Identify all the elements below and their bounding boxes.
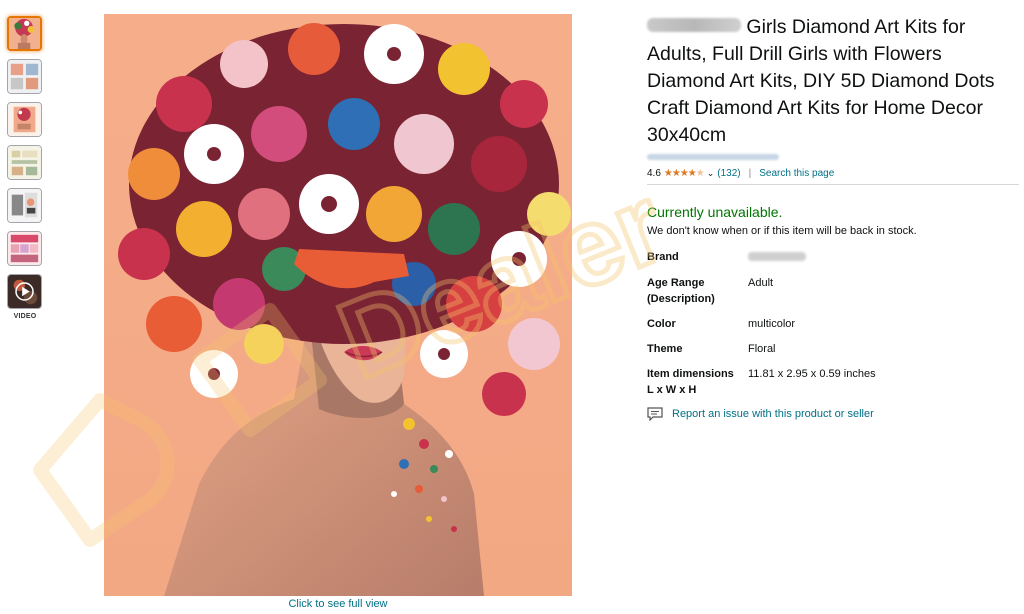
- availability-status: Currently unavailable.: [647, 204, 783, 220]
- rating-row: 4.6 ★★★★★ ⌄ (132) | Search this page: [647, 166, 1019, 180]
- spec-row-theme: Theme Floral: [647, 339, 876, 364]
- star-rating-icon[interactable]: ★★★★★: [664, 168, 705, 179]
- thumbnail-5[interactable]: [7, 188, 42, 223]
- video-label: VIDEO: [13, 313, 37, 320]
- product-title: Girls Diamond Art Kits for Adults, Full …: [647, 14, 1019, 149]
- reviews-count-link[interactable]: (132): [717, 168, 740, 179]
- divider: [647, 184, 1019, 185]
- thumbnail-6[interactable]: [7, 231, 42, 266]
- full-view-link[interactable]: Click to see full view: [104, 598, 572, 610]
- product-title-text: Girls Diamond Art Kits for Adults, Full …: [647, 16, 995, 146]
- search-page-link[interactable]: Search this page: [759, 168, 834, 179]
- blurred-store-link[interactable]: [647, 154, 779, 160]
- chevron-down-icon[interactable]: ⌄: [707, 168, 715, 179]
- spec-value: Adult: [748, 277, 774, 289]
- thumbnail-3[interactable]: [7, 102, 42, 137]
- thumbnail-2[interactable]: [7, 59, 42, 94]
- spec-value: multicolor: [748, 318, 796, 330]
- painting-illustration: [104, 14, 572, 596]
- spec-key: Item dimensions L x W x H: [647, 368, 734, 396]
- blurred-brand-name: [647, 18, 741, 32]
- product-specs-table: Brand Age Range (Description) Adult Colo…: [647, 247, 876, 405]
- spec-value: Floral: [748, 343, 776, 355]
- spec-row-dimensions: Item dimensions L x W x H 11.81 x 2.95 x…: [647, 364, 876, 405]
- spec-row-brand: Brand: [647, 247, 876, 273]
- blurred-brand-value: [748, 252, 806, 261]
- spec-key: Age Range (Description): [647, 277, 715, 305]
- feedback-icon: [647, 407, 663, 421]
- thumbnail-1[interactable]: [7, 16, 42, 51]
- spec-key: Color: [647, 318, 676, 330]
- spec-value-brand: [748, 247, 876, 273]
- thumbnail-4[interactable]: [7, 145, 42, 180]
- report-issue-text: Report an issue with this product or sel…: [672, 408, 874, 420]
- spec-row-age-range: Age Range (Description) Adult: [647, 273, 876, 314]
- availability-note: We don't know when or if this item will …: [647, 225, 917, 237]
- separator: |: [748, 167, 752, 179]
- main-product-image[interactable]: [104, 14, 572, 596]
- spec-key: Brand: [647, 251, 679, 263]
- report-issue-link[interactable]: Report an issue with this product or sel…: [647, 407, 1019, 421]
- thumbnail-video[interactable]: [7, 274, 42, 309]
- rating-value: 4.6: [647, 167, 661, 179]
- product-details: Girls Diamond Art Kits for Adults, Full …: [647, 14, 1019, 421]
- spec-row-color: Color multicolor: [647, 314, 876, 339]
- thumbnail-strip: VIDEO: [7, 16, 43, 320]
- spec-value: 11.81 x 2.95 x 0.59 inches: [748, 368, 876, 380]
- spec-key: Theme: [647, 343, 683, 355]
